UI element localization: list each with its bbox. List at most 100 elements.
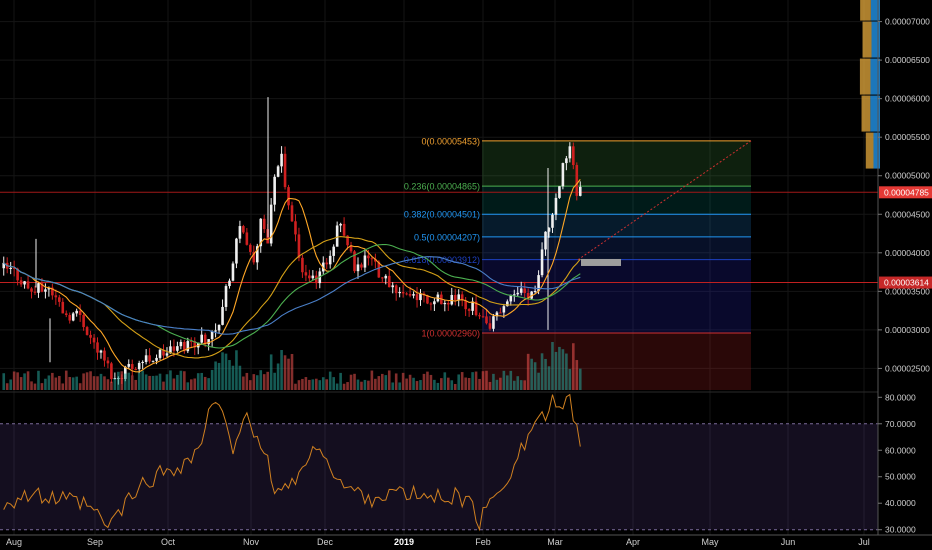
- time-axis-tick: 2019: [394, 537, 414, 547]
- volume-bar: [426, 371, 429, 390]
- candle-body: [26, 281, 30, 289]
- volume-profile-up: [870, 95, 880, 132]
- volume-bar: [120, 371, 124, 390]
- volume-bar: [5, 383, 9, 390]
- candle-body: [328, 255, 332, 265]
- candle-body: [71, 313, 75, 321]
- volume-bar: [26, 371, 30, 390]
- candle-body: [492, 316, 495, 329]
- volume-bar: [252, 374, 256, 390]
- volume-bar: [318, 380, 322, 390]
- volume-bar: [422, 373, 426, 390]
- price-axis-tick: 0.00005000: [885, 171, 930, 181]
- candle-body: [210, 331, 214, 340]
- volume-bar: [488, 381, 492, 390]
- volume-bar: [269, 354, 273, 390]
- volume-bar: [113, 378, 117, 390]
- candle-body: [137, 362, 141, 370]
- volume-bar: [328, 371, 332, 390]
- volume-bar: [561, 349, 565, 390]
- volume-bar: [37, 370, 40, 390]
- volume-bar: [61, 383, 65, 390]
- volume-bar: [339, 372, 342, 390]
- candle-body: [228, 280, 231, 287]
- candle-body: [499, 312, 502, 314]
- candle-body: [575, 165, 579, 196]
- candle-body: [401, 292, 405, 294]
- candle-body: [464, 300, 467, 310]
- time-axis-tick: May: [701, 537, 719, 547]
- volume-bar: [568, 368, 572, 390]
- current-price-label: 0.00004785: [884, 187, 929, 197]
- candle-body: [103, 350, 106, 361]
- volume-bar: [474, 371, 478, 390]
- volume-bar: [103, 376, 106, 390]
- candle-body: [540, 249, 544, 276]
- candle-body: [294, 221, 297, 235]
- volume-bar: [346, 382, 349, 390]
- volume-bar: [467, 377, 471, 390]
- candle-body: [391, 285, 395, 288]
- candle-body: [367, 255, 370, 259]
- fib-zone: [482, 259, 751, 333]
- fib-level-label: 0.5(0.00004207): [414, 232, 480, 242]
- volume-bar: [23, 373, 26, 390]
- candle-body: [387, 275, 391, 288]
- volume-bar: [367, 380, 370, 390]
- volume-bar: [12, 371, 16, 390]
- volume-bar: [19, 377, 23, 390]
- candle-body: [89, 334, 92, 338]
- volume-bar: [547, 366, 551, 390]
- candle-body: [37, 283, 40, 293]
- candle-body: [82, 314, 85, 328]
- volume-bar: [169, 370, 172, 390]
- candle-body: [544, 231, 547, 250]
- volume-bar: [193, 378, 197, 390]
- rsi-axis-tick: 40.0000: [885, 498, 916, 508]
- candle-body: [370, 258, 374, 260]
- candle-body: [561, 163, 565, 187]
- candle-body: [207, 339, 210, 345]
- volume-bar: [533, 362, 537, 390]
- candle-body: [419, 293, 422, 301]
- volume-bar: [512, 380, 516, 390]
- candle-body: [394, 285, 398, 294]
- candle-body: [523, 288, 526, 293]
- candle-body: [512, 294, 516, 296]
- rsi-axis-tick: 30.0000: [885, 525, 916, 535]
- volume-bar: [217, 362, 221, 390]
- volume-bar: [183, 371, 186, 390]
- volume-bar: [485, 370, 488, 390]
- volume-bar: [360, 381, 363, 390]
- candle-body: [301, 257, 304, 273]
- volume-bar: [200, 372, 204, 390]
- rsi-pane[interactable]: [0, 391, 878, 532]
- volume-bar: [353, 373, 356, 390]
- volume-bar: [96, 376, 99, 390]
- volume-bar: [495, 379, 499, 390]
- volume-bar: [287, 358, 290, 390]
- volume-profile-down: [861, 95, 871, 132]
- volume-bar: [117, 371, 120, 390]
- price-axis-tick: 0.00007000: [885, 17, 930, 27]
- candle-body: [99, 350, 103, 353]
- candle-body: [558, 186, 561, 198]
- candle-body: [9, 267, 12, 269]
- volume-bar: [214, 361, 217, 390]
- volume-bar: [308, 379, 311, 390]
- candle-body: [308, 275, 311, 279]
- candle-body: [453, 294, 457, 300]
- fib-level-label: 0.382(0.00004501): [404, 210, 480, 220]
- candle-body: [481, 316, 485, 318]
- volume-bar: [506, 375, 509, 390]
- candle-body: [485, 316, 488, 324]
- candle-body: [446, 302, 450, 305]
- volume-bar: [315, 378, 318, 390]
- volume-bar: [304, 377, 308, 390]
- price-chart[interactable]: 0(0.00005453) 0.236(0.00004865) 0.382(0.00…: [0, 0, 932, 550]
- volume-bar: [565, 353, 568, 390]
- candle-body: [578, 186, 582, 196]
- volume-bar: [266, 371, 269, 390]
- volume-bar: [335, 383, 339, 390]
- candle-body: [235, 238, 238, 264]
